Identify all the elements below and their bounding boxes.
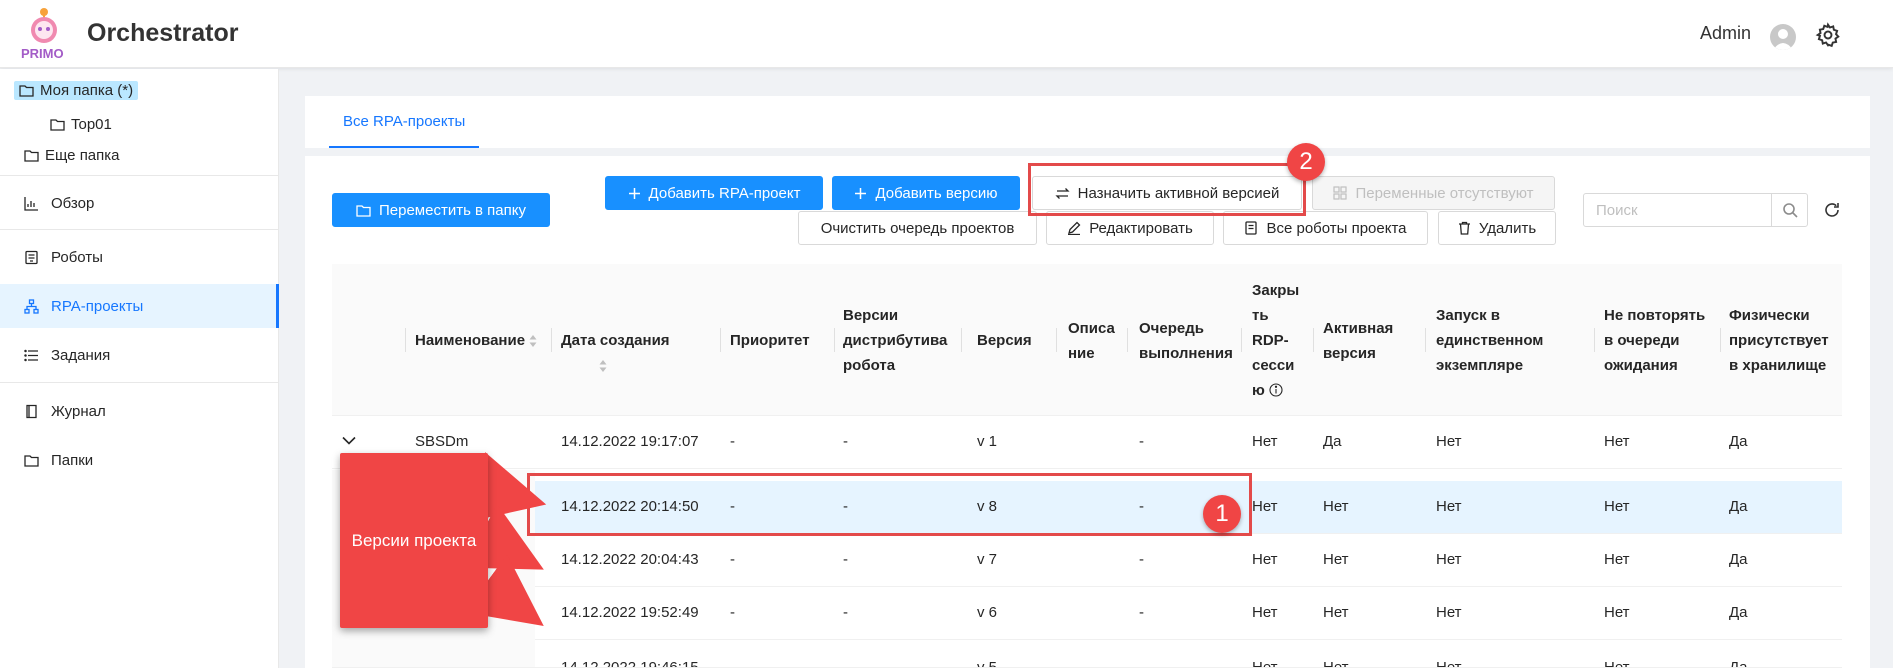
arrow [463, 504, 544, 570]
arrow [467, 452, 547, 523]
annotation-arrows [463, 452, 547, 626]
callout-project-versions: Версии проекта [340, 453, 488, 628]
arrow [464, 554, 544, 626]
